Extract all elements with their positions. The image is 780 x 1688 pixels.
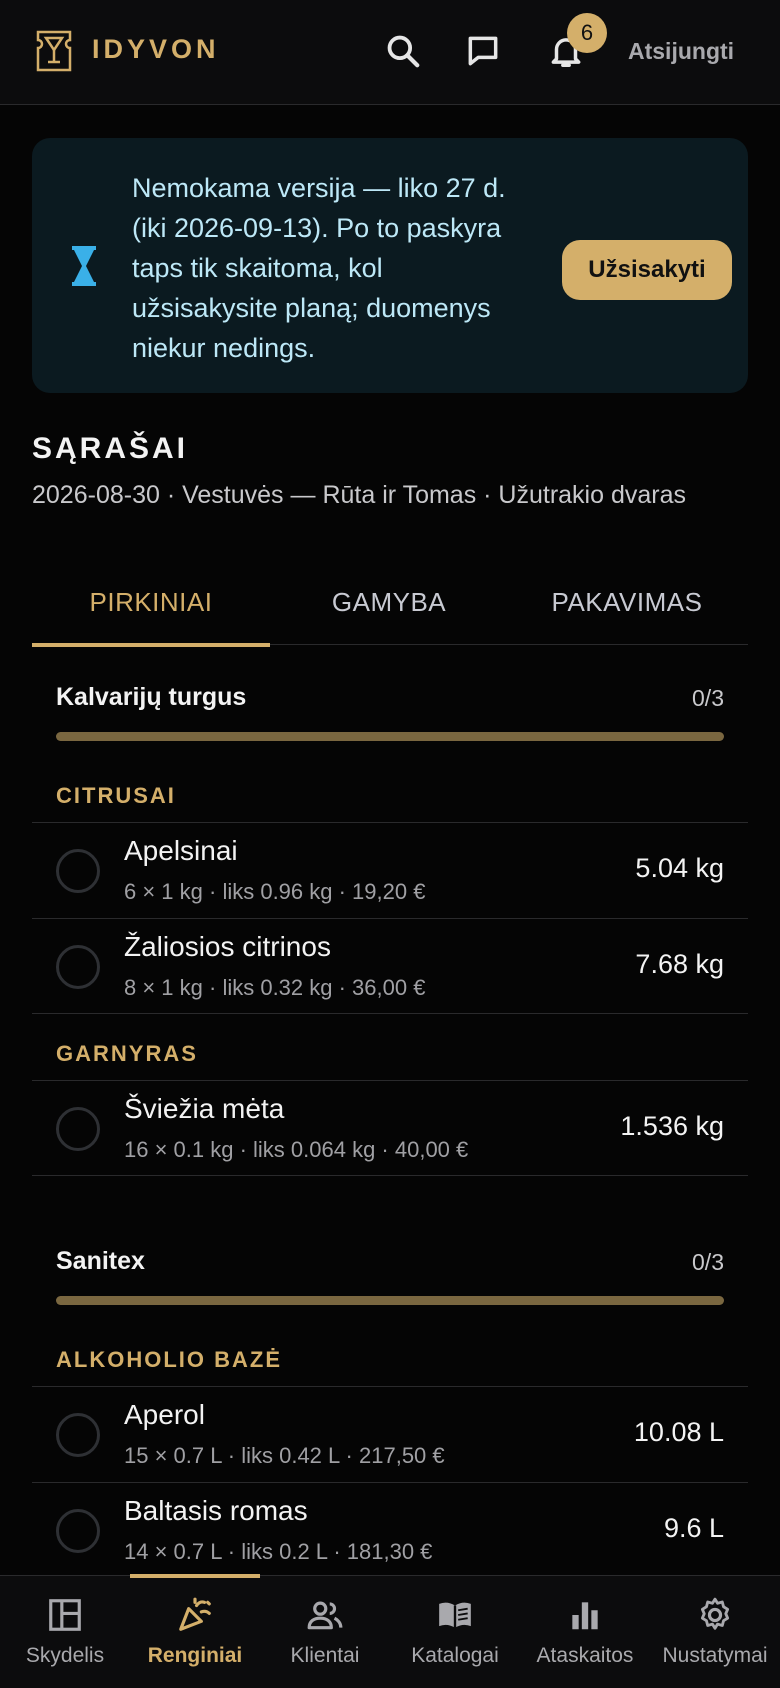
item-meta: 15 × 0.7 L · liks 0.42 L · 217,50 €	[124, 1443, 445, 1468]
subscribe-button[interactable]: Užsisakyti	[562, 240, 732, 300]
book-icon	[439, 1602, 471, 1628]
page-title: SĄRAŠAI	[32, 432, 189, 465]
nav-label: Ataskaitos	[536, 1644, 634, 1667]
item-name: Apelsinai	[124, 835, 238, 866]
vendor-progress-bar	[56, 732, 724, 741]
item-meta: 14 × 0.7 L · liks 0.2 L · 181,30 €	[124, 1539, 433, 1564]
list-item[interactable]: Baltasis romas 14 × 0.7 L · liks 0.2 L ·…	[32, 1482, 748, 1578]
logout-link[interactable]: Atsijungti	[628, 38, 734, 65]
nav-label: Katalogai	[411, 1644, 499, 1667]
vendor-name: Sanitex	[56, 1247, 145, 1275]
gear-icon	[700, 1597, 730, 1630]
item-name: Žaliosios citrinos	[124, 931, 331, 962]
list-item[interactable]: Aperol 15 × 0.7 L · liks 0.42 L · 217,50…	[32, 1386, 748, 1482]
item-quantity: 1.536 kg	[620, 1111, 724, 1141]
list-tabs: PIRKINIAI GAMYBA PAKAVIMAS	[32, 560, 748, 647]
vendor-progress-bar	[56, 1296, 724, 1305]
category-heading: CITRUSAI	[56, 783, 176, 808]
tab-gamyba[interactable]: GAMYBA	[270, 560, 508, 645]
tab-pirkiniai[interactable]: PIRKINIAI	[32, 560, 270, 647]
item-name: Aperol	[124, 1399, 205, 1430]
notification-badge: 6	[567, 13, 607, 53]
category-heading: GARNYRAS	[56, 1041, 198, 1066]
tab-pakavimas[interactable]: PAKAVIMAS	[508, 560, 746, 645]
vendor-name: Kalvarijų turgus	[56, 683, 247, 711]
brand-name: IDYVON	[92, 34, 220, 64]
check-circle-icon[interactable]	[56, 1413, 100, 1457]
vendor-count: 0/3	[692, 1249, 724, 1275]
hourglass-icon	[72, 246, 96, 286]
trial-banner: Nemokama versija — liko 27 d. (iki 2026-…	[32, 138, 748, 393]
item-name: Baltasis romas	[124, 1495, 308, 1526]
logo-icon	[36, 30, 72, 72]
list-item[interactable]: Apelsinai 6 × 1 kg · liks 0.96 kg · 19,2…	[32, 822, 748, 918]
app-header: IDYVON 6 Atsijungti	[0, 0, 780, 105]
nav-label: Klientai	[290, 1644, 360, 1667]
nav-item-ataskaitos[interactable]: Ataskaitos	[520, 1576, 650, 1688]
nav-item-renginiai[interactable]: Renginiai	[130, 1574, 260, 1688]
item-name: Šviežia mėta	[124, 1093, 285, 1124]
bottom-nav: Skydelis Renginiai Klientai Katalogai At…	[0, 1574, 780, 1688]
item-meta: 8 × 1 kg · liks 0.32 kg · 36,00 €	[124, 975, 426, 1000]
trial-message: Nemokama versija — liko 27 d. (iki 2026-…	[132, 173, 506, 363]
nav-label: Renginiai	[147, 1644, 243, 1667]
nav-item-klientai[interactable]: Klientai	[260, 1576, 390, 1688]
check-circle-icon[interactable]	[56, 1509, 100, 1553]
list-item[interactable]: Žaliosios citrinos 8 × 1 kg · liks 0.32 …	[32, 918, 748, 1014]
nav-item-katalogai[interactable]: Katalogai	[390, 1576, 520, 1688]
chat-icon[interactable]	[464, 32, 502, 70]
item-quantity: 7.68 kg	[635, 949, 724, 979]
check-circle-icon[interactable]	[56, 1107, 100, 1151]
people-icon	[307, 1601, 343, 1630]
list-item[interactable]: Šviežia mėta 16 × 0.1 kg · liks 0.064 kg…	[32, 1080, 748, 1176]
search-icon[interactable]	[384, 32, 422, 70]
dashboard-icon	[49, 1599, 81, 1631]
check-circle-icon[interactable]	[56, 849, 100, 893]
nav-label: Skydelis	[25, 1644, 105, 1667]
vendor-count: 0/3	[692, 685, 724, 711]
nav-item-nustatymai[interactable]: Nustatymai	[650, 1576, 780, 1688]
item-quantity: 10.08 L	[633, 1417, 724, 1447]
category-heading: ALKOHOLIO BAZĖ	[56, 1347, 282, 1372]
item-meta: 6 × 1 kg · liks 0.96 kg · 19,20 €	[124, 879, 426, 904]
event-subtitle: 2026-08-30 · Vestuvės — Rūta ir Tomas · …	[32, 481, 686, 509]
item-quantity: 5.04 kg	[635, 853, 724, 883]
bar-chart-icon	[572, 1602, 598, 1630]
nav-label: Nustatymai	[662, 1644, 768, 1667]
item-meta: 16 × 0.1 kg · liks 0.064 kg · 40,00 €	[124, 1137, 469, 1162]
check-circle-icon[interactable]	[56, 945, 100, 989]
nav-item-skydelis[interactable]: Skydelis	[0, 1576, 130, 1688]
party-icon	[179, 1597, 211, 1631]
item-quantity: 9.6 L	[663, 1513, 724, 1543]
